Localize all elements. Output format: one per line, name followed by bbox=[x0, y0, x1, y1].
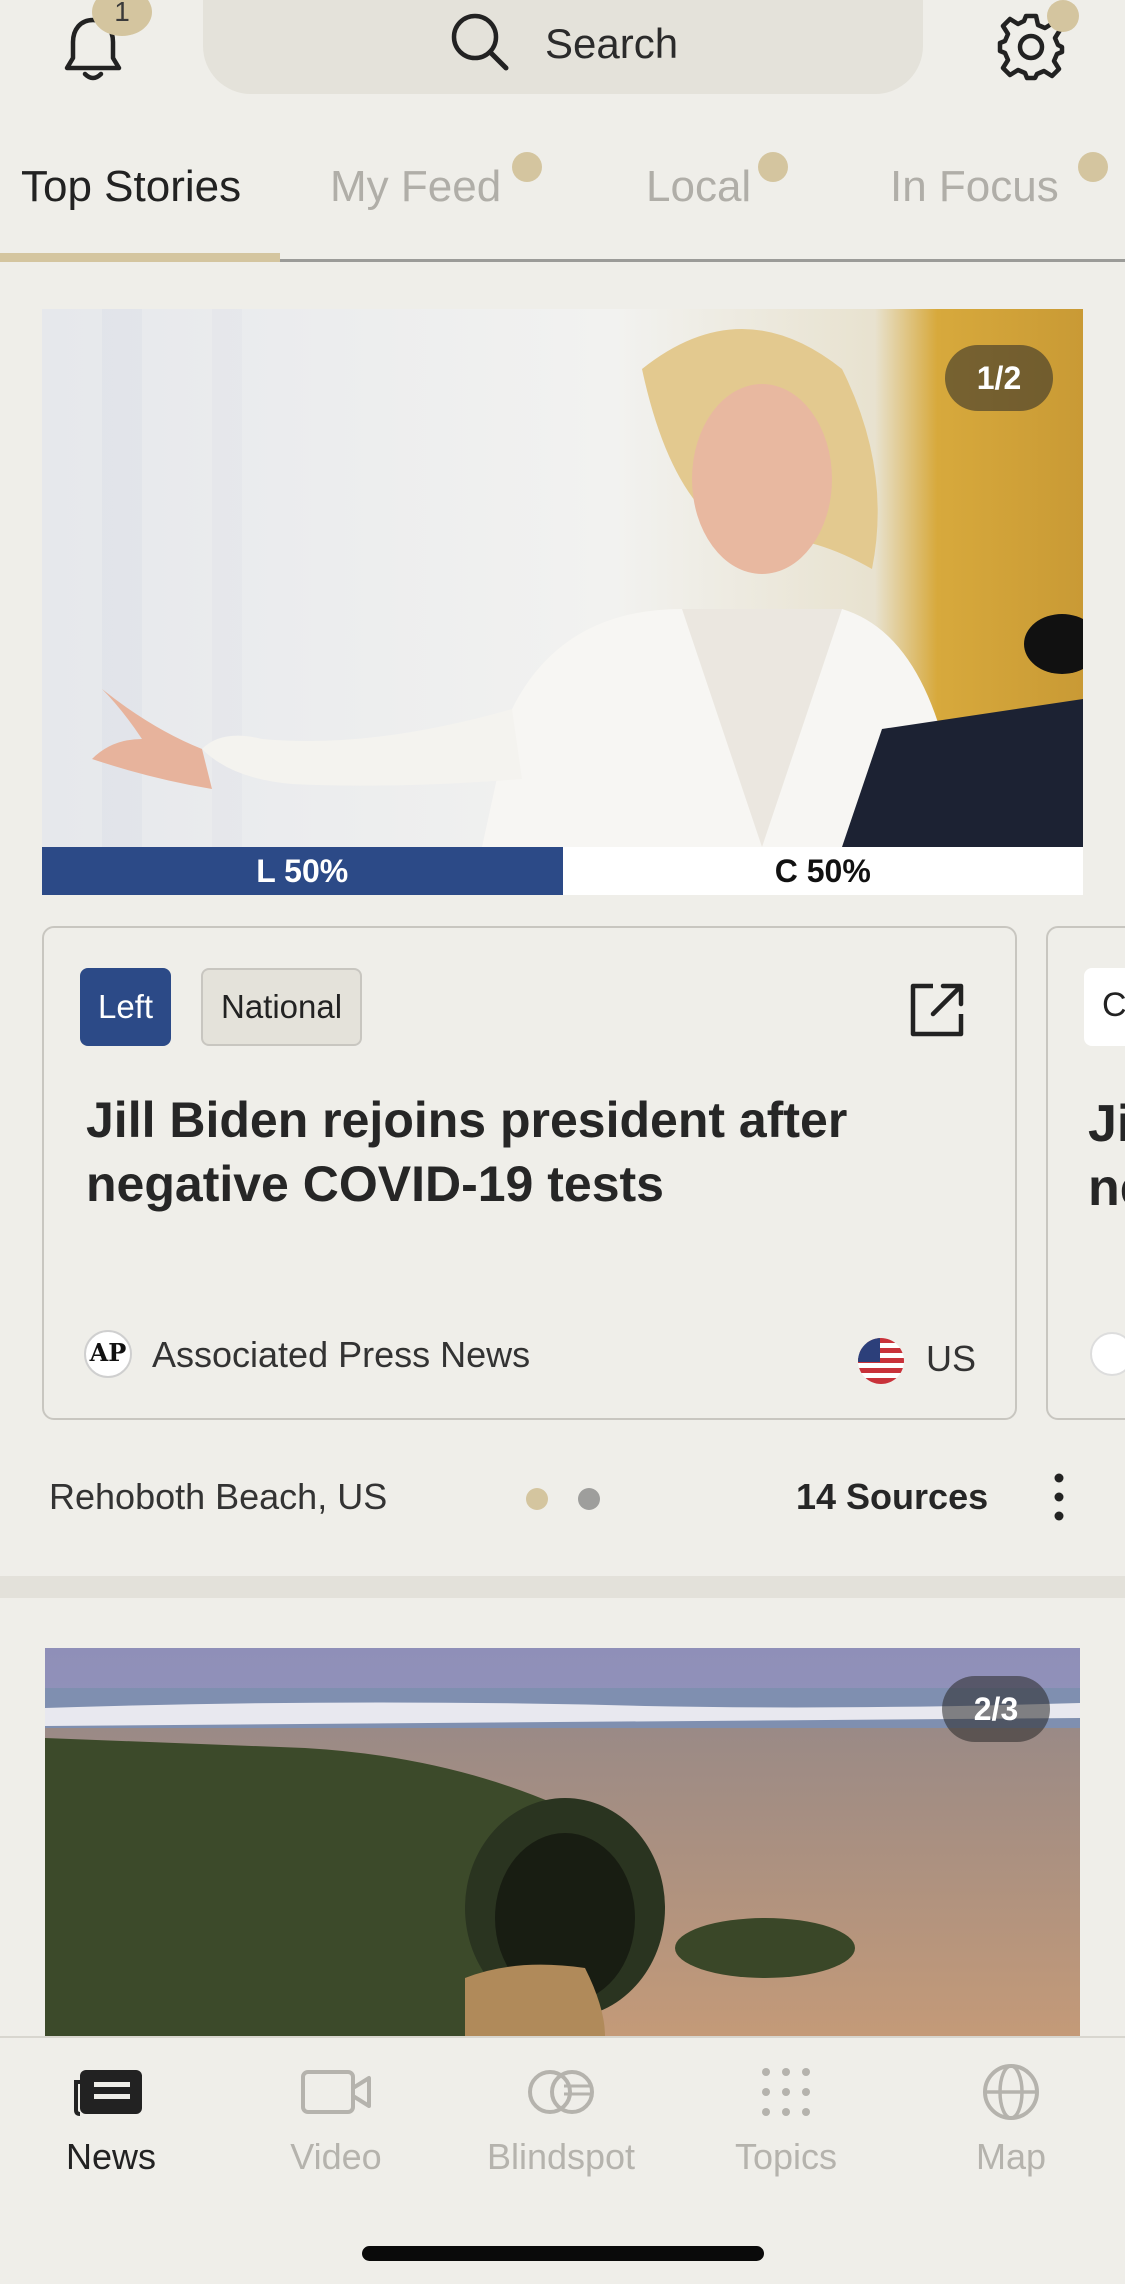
sources-count[interactable]: 14 Sources bbox=[796, 1476, 988, 1518]
country-label: US bbox=[926, 1338, 977, 1379]
external-link-icon[interactable] bbox=[907, 980, 967, 1040]
bias-distribution-bar: L 50% C 50% bbox=[42, 847, 1083, 895]
nav-news-label: News bbox=[65, 2136, 157, 2177]
carousel-dot bbox=[578, 1488, 600, 1510]
topics-icon bbox=[762, 2068, 810, 2116]
nav-video-label: Video bbox=[290, 2136, 382, 2177]
more-options-icon[interactable] bbox=[1047, 1470, 1071, 1524]
story-meta-row: Rehoboth Beach, US 14 Sources bbox=[0, 1462, 1125, 1532]
top-bar: 1 Search bbox=[0, 0, 1125, 100]
bias-left-segment: L 50% bbox=[42, 847, 563, 895]
nav-news[interactable]: News bbox=[11, 2062, 211, 2178]
carousel-dot-active bbox=[526, 1488, 548, 1510]
image-counter: 1/2 bbox=[945, 345, 1053, 411]
nav-map[interactable]: Map bbox=[911, 2062, 1111, 2178]
search-placeholder: Search bbox=[545, 20, 679, 67]
article-card[interactable]: Left National Jill Biden rejoins preside… bbox=[42, 926, 1017, 1420]
us-flag-icon bbox=[858, 1338, 904, 1384]
tab-local-dot bbox=[758, 152, 788, 182]
nav-topics[interactable]: Topics bbox=[686, 2062, 886, 2178]
nav-blindspot-label: Blindspot bbox=[486, 2136, 636, 2177]
settings-badge-dot bbox=[1047, 0, 1079, 32]
tab-my-feed[interactable]: My Feed bbox=[330, 162, 501, 212]
tab-my-feed-dot bbox=[512, 152, 542, 182]
next-card-headline: Ji ne bbox=[1088, 1095, 1125, 1217]
story-image[interactable]: 1/2 bbox=[42, 309, 1083, 847]
story-photo-2 bbox=[45, 1648, 1080, 2036]
tab-in-focus-dot bbox=[1078, 152, 1108, 182]
tab-bar: Top Stories My Feed Local In Focus bbox=[0, 140, 1125, 262]
story-photo bbox=[42, 309, 1083, 847]
nav-map-label: Map bbox=[975, 2136, 1047, 2177]
next-article-card[interactable]: C Ji ne bbox=[1046, 926, 1125, 1420]
search-bar[interactable]: Search bbox=[203, 0, 923, 94]
globe-icon bbox=[983, 2064, 1039, 2120]
section-divider bbox=[0, 1576, 1125, 1598]
video-icon bbox=[301, 2070, 371, 2114]
next-card-source-logo bbox=[1090, 1332, 1125, 1376]
search-icon bbox=[451, 13, 509, 71]
source-name: Associated Press News bbox=[152, 1334, 531, 1375]
news-icon bbox=[74, 2070, 142, 2116]
blindspot-icon bbox=[528, 2070, 594, 2114]
image-counter-2: 2/3 bbox=[942, 1676, 1050, 1742]
tab-top-stories[interactable]: Top Stories bbox=[21, 162, 241, 212]
story-location: Rehoboth Beach, US bbox=[49, 1476, 388, 1517]
bias-center-segment: C 50% bbox=[562, 847, 1083, 895]
article-headline[interactable]: Jill Biden rejoins president after negat… bbox=[86, 1088, 986, 1216]
story-image-2[interactable]: 2/3 bbox=[45, 1648, 1080, 2036]
bias-tag: Left bbox=[80, 968, 172, 1046]
home-indicator bbox=[362, 2246, 764, 2261]
next-card-tag: C bbox=[1084, 968, 1125, 1046]
tab-local[interactable]: Local bbox=[646, 162, 751, 212]
tab-in-focus[interactable]: In Focus bbox=[890, 162, 1059, 212]
nav-topics-label: Topics bbox=[734, 2136, 838, 2177]
source-logo: AP bbox=[84, 1330, 132, 1378]
nav-blindspot[interactable]: Blindspot bbox=[461, 2062, 661, 2178]
scope-tag: National bbox=[201, 968, 363, 1046]
notifications-button[interactable]: 1 bbox=[62, 0, 152, 82]
active-tab-indicator bbox=[0, 253, 280, 262]
nav-video[interactable]: Video bbox=[236, 2062, 436, 2178]
